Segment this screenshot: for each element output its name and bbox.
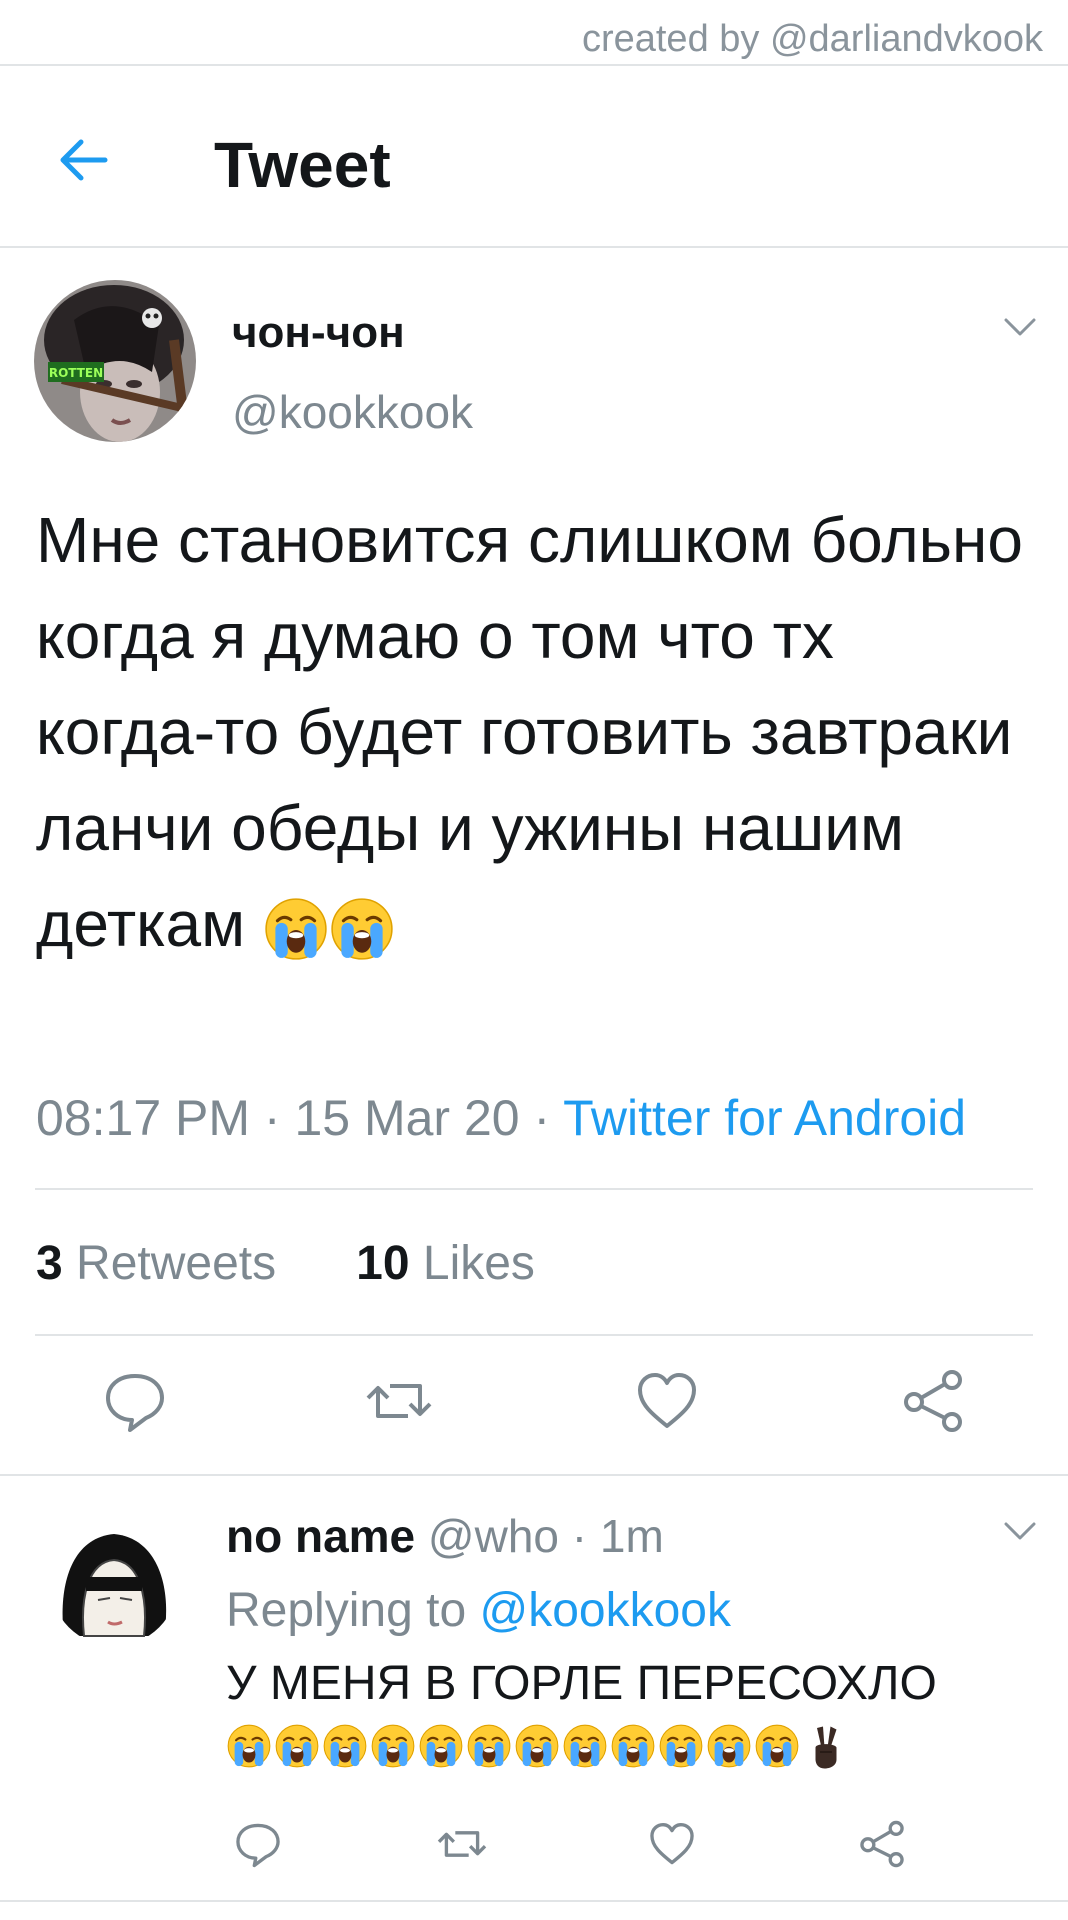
share-icon[interactable] [898,1366,968,1436]
tweet-timestamp: 08:17 PM · 15 Mar 20 · Twitter for Andro… [36,1088,966,1148]
loudly-crying-face-icon [227,1724,271,1768]
reply-icon[interactable] [100,1366,170,1436]
divider [0,246,1068,248]
tweet-body: Мне становится слишком больно когда я ду… [36,504,1023,960]
reply-icon[interactable] [232,1818,284,1870]
reply-author-name[interactable]: no name [226,1510,415,1562]
tweet-source-link[interactable]: Twitter for Android [563,1090,966,1146]
heart-icon[interactable] [646,1818,698,1870]
tweet-emojis [263,888,395,960]
author-handle[interactable]: @kookkook [232,385,473,439]
loudly-crying-face-icon [265,898,327,960]
divider [0,1900,1068,1902]
retweet-icon[interactable] [364,1366,434,1436]
tweet-time: 08:17 PM · 15 Mar 20 · [36,1090,564,1146]
reply-emojis [226,1722,852,1778]
likes-stat[interactable]: 10 Likes [356,1237,535,1290]
divider [35,1334,1033,1336]
retweet-icon[interactable] [436,1818,488,1870]
victory-hand-icon [815,1726,837,1769]
credit-watermark: created by @darliandvkook [581,18,1043,60]
loudly-crying-face-icon [371,1724,415,1768]
divider [0,1474,1068,1476]
divider [0,64,1068,66]
retweets-stat[interactable]: 3 Retweets [36,1237,276,1290]
reply-avatar[interactable] [50,1518,178,1646]
author-avatar[interactable]: ROTTEN [34,280,196,442]
share-icon[interactable] [856,1818,908,1870]
heart-icon[interactable] [632,1366,702,1436]
page-title: Tweet [214,129,391,201]
reply-header: no name @who · 1m [226,1508,664,1564]
divider [35,1188,1033,1190]
loudly-crying-face-icon [755,1724,799,1768]
author-display-name[interactable]: чон-чон [232,308,405,358]
tweet-text: Мне становится слишком больно когда я ду… [36,492,1026,972]
loudly-crying-face-icon [419,1724,463,1768]
chevron-down-icon[interactable] [1000,1516,1040,1546]
top-bar: Tweet [0,80,1068,246]
retweets-count: 3 [36,1237,63,1290]
replying-prefix: Replying to [226,1584,480,1637]
loudly-crying-face-icon [323,1724,367,1768]
loudly-crying-face-icon [611,1724,655,1768]
replying-to: Replying to @kookkook [226,1582,731,1640]
likes-count: 10 [356,1237,410,1290]
retweets-label: Retweets [62,1237,277,1290]
tweet-stats: 3 Retweets 10 Likes [36,1234,535,1294]
reply-text: У МЕНЯ В ГОРЛЕ ПЕРЕСОХЛО [226,1657,937,1710]
loudly-crying-face-icon [275,1724,319,1768]
likes-label: Likes [409,1237,535,1290]
back-arrow-icon[interactable] [55,130,115,190]
svg-text:ROTTEN: ROTTEN [49,366,103,380]
loudly-crying-face-icon [331,898,393,960]
replying-to-handle[interactable]: @kookkook [479,1584,731,1637]
loudly-crying-face-icon [563,1724,607,1768]
chevron-down-icon[interactable] [1000,312,1040,342]
loudly-crying-face-icon [659,1724,703,1768]
loudly-crying-face-icon [515,1724,559,1768]
reply-handle-time: @who · 1m [415,1510,664,1562]
loudly-crying-face-icon [707,1724,751,1768]
loudly-crying-face-icon [467,1724,511,1768]
